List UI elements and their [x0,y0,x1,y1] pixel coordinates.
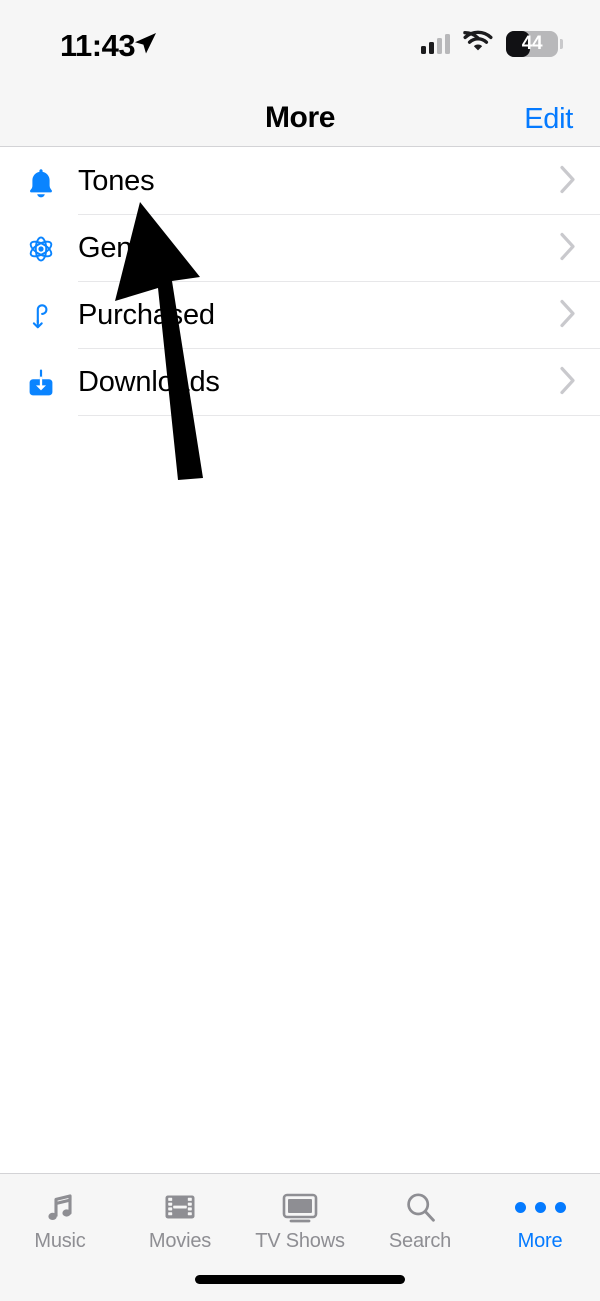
battery-level-label: 44 [506,33,558,55]
download-box-icon [22,364,60,402]
note-download-icon [22,297,60,335]
battery-icon: 44 [506,31,558,57]
tab-bar: Music [0,1173,600,1301]
list-item-label: Tones [78,165,154,198]
tab-search[interactable]: Search [360,1174,480,1262]
music-note-icon [40,1186,80,1228]
chevron-right-icon [558,230,578,267]
film-strip-icon [160,1186,200,1228]
iphone-screen: 11:43 44 [0,0,600,1301]
edit-button[interactable]: Edit [524,103,573,136]
list-separator [78,415,600,416]
list-item-downloads[interactable]: Downloads [0,349,600,416]
home-indicator[interactable] [195,1275,405,1284]
tab-music[interactable]: Music [0,1174,120,1262]
tab-label: Movies [149,1230,211,1253]
list-item-genius[interactable]: Genius [0,215,600,282]
ellipsis-icon [515,1186,566,1228]
tv-icon [278,1186,322,1228]
tab-bar-items: Music [0,1174,600,1262]
chevron-right-icon [558,297,578,334]
atom-icon [22,230,60,268]
more-options-list: Tones Genius [0,148,600,416]
page-title: More [0,101,600,135]
tab-label: Search [389,1230,451,1253]
chevron-right-icon [558,163,578,200]
tab-movies[interactable]: Movies [120,1174,240,1262]
battery-cap [560,39,563,49]
navigation-bar: More Edit [0,88,600,147]
wifi-icon [463,30,493,57]
list-item-label: Genius [78,232,169,265]
tab-label: TV Shows [255,1230,345,1253]
tab-more[interactable]: More [480,1174,600,1262]
bell-icon [22,163,60,201]
status-bar-time: 11:43 [60,27,135,64]
search-icon [400,1186,440,1228]
tab-label: Music [34,1230,85,1253]
tab-label: More [518,1230,563,1253]
list-item-label: Purchased [78,299,215,332]
chevron-right-icon [558,364,578,401]
location-arrow-icon [132,30,158,61]
tab-tv-shows[interactable]: TV Shows [240,1174,360,1262]
list-item-tones[interactable]: Tones [0,148,600,215]
list-item-purchased[interactable]: Purchased [0,282,600,349]
status-bar-indicators: 44 [421,30,558,57]
status-bar: 11:43 44 [0,0,600,88]
cellular-signal-icon [421,34,450,54]
list-item-label: Downloads [78,366,220,399]
